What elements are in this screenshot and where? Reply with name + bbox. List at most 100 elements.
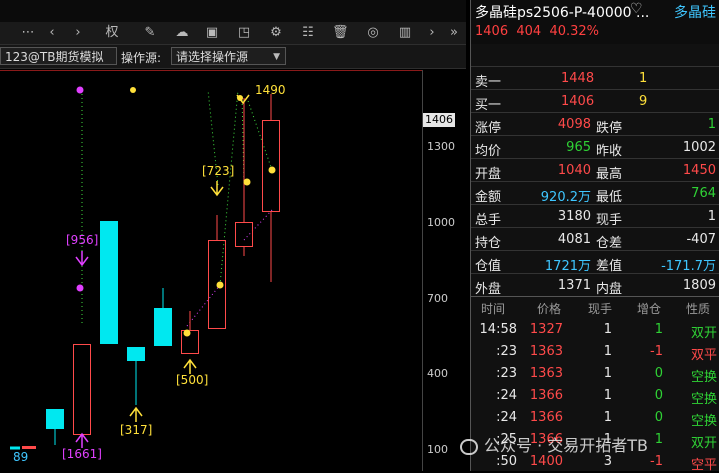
signal-dot (76, 86, 84, 94)
axis-tick: 700 (427, 292, 448, 305)
source-label: 操作源: (121, 51, 162, 65)
stat-label: 昨收 (596, 144, 623, 159)
signal-line (245, 94, 273, 171)
stat-label: 现手 (596, 213, 623, 228)
stat-label: 开盘 (475, 167, 502, 182)
watermark: 公众号 · 交易开拓者TB (460, 432, 648, 456)
annotation-723: [723] (202, 164, 235, 178)
candle-up (235, 222, 253, 247)
stat-value: 4081 (557, 232, 591, 247)
buy-arrow-icon (129, 406, 143, 422)
favorite-heart-icon[interactable]: ♡ (630, 1, 643, 17)
candle-up (73, 344, 91, 435)
trade-time: 14:58 (479, 322, 517, 337)
ellipsis-icon[interactable]: ⋯ (20, 25, 36, 41)
trade-nature: 空换 (690, 370, 717, 385)
redo-icon[interactable]: › (70, 25, 86, 41)
trade-volume: 3 (603, 454, 612, 469)
stat-value: -407 (686, 232, 716, 247)
stat-label: 跌停 (596, 121, 623, 136)
layout-icon[interactable]: ▥ (397, 25, 413, 41)
stat-label: 差值 (596, 259, 623, 274)
trash-icon[interactable]: 🗑 (332, 25, 349, 41)
target-icon[interactable]: ◎ (365, 25, 381, 41)
chart-icon[interactable]: ◳ (236, 25, 252, 41)
trade-time: :23 (496, 366, 517, 381)
stat-label: 总手 (475, 213, 502, 228)
signal-dot (76, 284, 84, 292)
contract-title[interactable]: 多晶硅ps2506-P-40000 ... (475, 2, 649, 22)
trade-oi: 1 (654, 432, 663, 447)
stat-label: 外盘 (475, 282, 502, 297)
ask1-row[interactable]: 卖一 1448 1 (471, 66, 719, 90)
weight-icon[interactable]: 权 (104, 25, 120, 41)
signal-dot (183, 329, 191, 337)
trade-price: 1363 (529, 344, 563, 359)
pencil-icon[interactable]: ✎ (142, 25, 158, 41)
price-change: 404 (516, 24, 542, 39)
trade-volume: 1 (603, 388, 612, 403)
cloud-icon[interactable]: ☁ (174, 25, 190, 41)
source-row: 123@TB期货模拟 操作源: 请选择操作源 ▼ (0, 45, 466, 69)
quote-panel: 多晶硅ps2506-P-40000 ... ♡ 多晶硅 1406 404 40.… (470, 0, 719, 473)
quote-summary: 1406 404 40.32% (475, 24, 599, 39)
sell-arrow-icon (210, 181, 224, 197)
header-nature: 性质 (686, 302, 711, 316)
double-chevron-right-icon[interactable]: » (446, 25, 462, 41)
account-select[interactable]: 123@TB期货模拟 (0, 47, 117, 65)
stat-value: 3180 (557, 209, 591, 224)
stat-label: 金额 (475, 190, 502, 205)
bid1-price: 1406 (561, 94, 595, 109)
chevron-right-icon[interactable]: › (424, 25, 440, 41)
trade-row: :23 1363 1 -1 双平 (471, 340, 719, 363)
candle-down (127, 347, 145, 361)
stat-value: 1371 (557, 278, 591, 293)
image-icon[interactable]: ▣ (204, 25, 220, 41)
stat-value: 764 (691, 186, 716, 201)
stat-value: 4098 (557, 117, 591, 132)
annotation-956: [956] (66, 233, 99, 247)
ask1-volume: 1 (639, 71, 648, 86)
last-price-tag: 1406 (423, 113, 455, 127)
trade-time: :23 (496, 344, 517, 359)
watermark-text: 公众号 · 交易开拓者TB (484, 436, 649, 455)
trade-oi: 0 (654, 410, 663, 425)
stat-label: 均价 (475, 144, 502, 159)
trade-price: 1366 (529, 410, 563, 425)
annotation-1661: [1661] (62, 447, 102, 461)
stat-value: 920.2万 (540, 190, 591, 205)
candle-down (100, 221, 118, 344)
trade-row: :24 1366 1 0 空换 (471, 406, 719, 429)
stat-row: 总手 3180 现手 1 (471, 204, 719, 228)
sell-arrow-icon (75, 251, 89, 267)
trade-price: 1366 (529, 388, 563, 403)
undo-icon[interactable]: ‹ (44, 25, 60, 41)
settings-icon[interactable]: ⚙ (268, 25, 284, 41)
axis-tick: 1300 (427, 140, 455, 153)
source-select[interactable]: 请选择操作源 ▼ (171, 47, 286, 65)
stat-row: 外盘 1371 内盘 1809 (471, 273, 719, 297)
wechat-icon (460, 438, 478, 455)
header-time: 时间 (481, 302, 506, 316)
stat-label: 内盘 (596, 282, 623, 297)
stat-label: 最高 (596, 167, 623, 182)
toolbar-row: ⋯ ‹ › 权 ✎ ☁ ▣ ◳ ⚙ ☷ 🗑 ◎ ▥ › » (0, 22, 466, 45)
header-price: 价格 (537, 302, 562, 316)
bid1-row[interactable]: 买一 1406 9 (471, 89, 719, 113)
trade-volume: 1 (603, 344, 612, 359)
kline-chart[interactable] (0, 70, 470, 471)
trade-row: :24 1366 1 0 空换 (471, 384, 719, 407)
list-icon[interactable]: ☷ (300, 25, 316, 41)
trade-row: 14:58 1327 1 1 双开 (471, 318, 719, 341)
trade-volume: 1 (603, 322, 612, 337)
stat-value: 965 (566, 140, 591, 155)
signal-line (243, 209, 273, 241)
trade-volume: 1 (603, 366, 612, 381)
quote-header: 多晶硅ps2506-P-40000 ... ♡ 多晶硅 1406 404 40.… (471, 0, 719, 44)
stat-value: 1 (707, 209, 716, 224)
stat-label: 涨停 (475, 121, 502, 136)
annotation-317: [317] (120, 423, 153, 437)
signal-dot (130, 87, 136, 93)
annotation-89: 89 (13, 450, 29, 464)
contract-short-name[interactable]: 多晶硅 (674, 2, 716, 22)
